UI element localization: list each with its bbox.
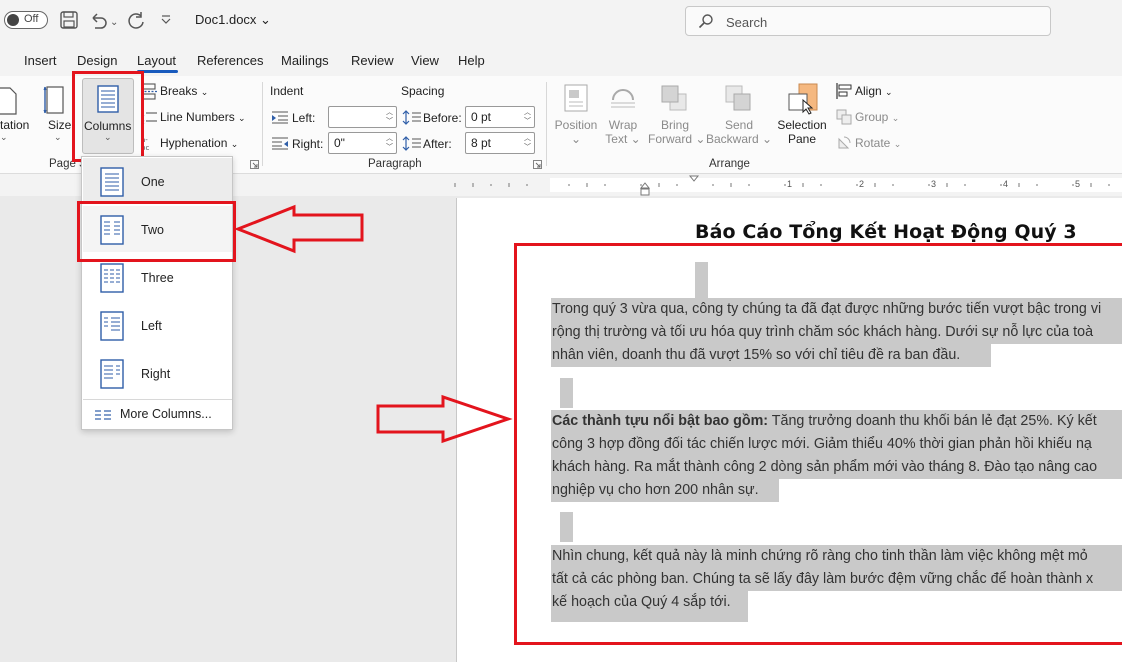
columns-option-one[interactable]: One [83,158,232,204]
columns-option-label: Left [141,319,162,333]
columns-option-left[interactable]: Left [83,302,232,348]
word-window: Off ⌄ Doc1.docx ⌄ Search Insert Design L… [0,0,1122,662]
two-option-highlight-box [77,201,236,262]
columns-option-label: One [141,175,165,189]
columns-option-label: Right [141,367,171,381]
columns-option-label: Three [141,271,174,285]
columns-dropdown-menu: One Two Three Left Right More Columns... [81,156,233,430]
more-columns-icon [95,410,111,420]
three-columns-icon [100,263,124,293]
more-columns-label: More Columns... [120,407,212,421]
one-column-icon [100,167,124,197]
arrow-to-two-option-icon [233,204,364,254]
right-column-icon [100,359,124,389]
left-column-icon [100,311,124,341]
columns-option-right[interactable]: Right [83,350,232,396]
more-columns-menu-item[interactable]: More Columns... [94,407,212,421]
menu-divider [83,399,232,400]
arrow-to-text-icon [376,394,513,444]
